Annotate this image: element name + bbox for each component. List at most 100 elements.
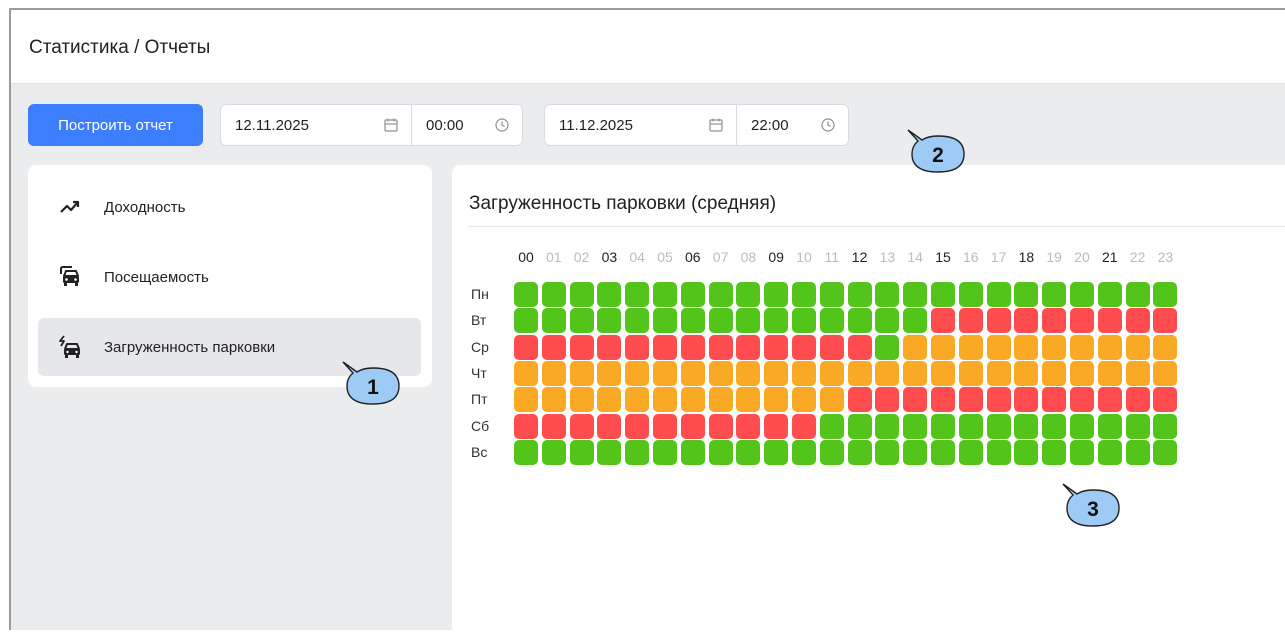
- heatmap-cell[interactable]: [958, 387, 983, 413]
- heatmap-cell[interactable]: [792, 439, 816, 465]
- heatmap-cell[interactable]: [1014, 308, 1039, 334]
- heatmap-cell[interactable]: [819, 439, 844, 465]
- heatmap-cell[interactable]: [875, 308, 900, 334]
- heatmap-cell[interactable]: [986, 360, 1011, 386]
- end-date-field[interactable]: 11.12.2025: [545, 105, 736, 145]
- heatmap-cell[interactable]: [958, 413, 983, 439]
- heatmap-cell[interactable]: [625, 360, 650, 386]
- heatmap-cell[interactable]: [514, 360, 538, 386]
- heatmap-cell[interactable]: [1070, 282, 1094, 307]
- heatmap-cell[interactable]: [958, 439, 983, 465]
- heatmap-cell[interactable]: [653, 282, 677, 307]
- heatmap-cell[interactable]: [792, 282, 816, 307]
- heatmap-cell[interactable]: [1125, 334, 1150, 360]
- heatmap-cell[interactable]: [1014, 360, 1039, 386]
- heatmap-cell[interactable]: [847, 334, 872, 360]
- heatmap-cell[interactable]: [1097, 308, 1122, 334]
- heatmap-cell[interactable]: [1097, 387, 1122, 413]
- heatmap-cell[interactable]: [1097, 439, 1122, 465]
- heatmap-cell[interactable]: [903, 439, 928, 465]
- heatmap-cell[interactable]: [653, 387, 677, 413]
- heatmap-cell[interactable]: [764, 413, 789, 439]
- heatmap-cell[interactable]: [903, 413, 928, 439]
- heatmap-cell[interactable]: [1097, 360, 1122, 386]
- heatmap-cell[interactable]: [1097, 413, 1122, 439]
- heatmap-cell[interactable]: [708, 308, 733, 334]
- heatmap-cell[interactable]: [931, 282, 955, 307]
- heatmap-cell[interactable]: [736, 387, 761, 413]
- heatmap-cell[interactable]: [736, 439, 761, 465]
- heatmap-cell[interactable]: [541, 387, 566, 413]
- heatmap-cell[interactable]: [903, 387, 928, 413]
- heatmap-cell[interactable]: [708, 413, 733, 439]
- heatmap-cell[interactable]: [708, 387, 733, 413]
- heatmap-cell[interactable]: [1070, 387, 1094, 413]
- heatmap-cell[interactable]: [847, 308, 872, 334]
- heatmap-cell[interactable]: [986, 334, 1011, 360]
- menu-item-revenue[interactable]: Доходность: [38, 178, 421, 236]
- heatmap-cell[interactable]: [1042, 439, 1067, 465]
- heatmap-cell[interactable]: [625, 308, 650, 334]
- heatmap-cell[interactable]: [736, 282, 761, 307]
- heatmap-cell[interactable]: [1014, 439, 1039, 465]
- heatmap-cell[interactable]: [903, 360, 928, 386]
- heatmap-cell[interactable]: [847, 282, 872, 307]
- heatmap-cell[interactable]: [1125, 439, 1150, 465]
- end-time-field[interactable]: 22:00: [736, 105, 848, 145]
- heatmap-cell[interactable]: [1153, 439, 1178, 465]
- heatmap-cell[interactable]: [569, 334, 594, 360]
- heatmap-cell[interactable]: [625, 334, 650, 360]
- heatmap-cell[interactable]: [680, 282, 705, 307]
- heatmap-cell[interactable]: [986, 413, 1011, 439]
- heatmap-cell[interactable]: [958, 360, 983, 386]
- heatmap-cell[interactable]: [1125, 282, 1150, 307]
- heatmap-cell[interactable]: [1125, 413, 1150, 439]
- heatmap-cell[interactable]: [680, 439, 705, 465]
- heatmap-cell[interactable]: [514, 387, 538, 413]
- heatmap-cell[interactable]: [958, 334, 983, 360]
- heatmap-cell[interactable]: [819, 413, 844, 439]
- heatmap-cell[interactable]: [875, 334, 900, 360]
- heatmap-cell[interactable]: [680, 334, 705, 360]
- heatmap-cell[interactable]: [1097, 334, 1122, 360]
- heatmap-cell[interactable]: [625, 439, 650, 465]
- heatmap-cell[interactable]: [680, 308, 705, 334]
- heatmap-cell[interactable]: [764, 360, 789, 386]
- heatmap-cell[interactable]: [1014, 282, 1039, 307]
- heatmap-cell[interactable]: [847, 439, 872, 465]
- heatmap-cell[interactable]: [1125, 308, 1150, 334]
- heatmap-cell[interactable]: [1153, 413, 1178, 439]
- heatmap-cell[interactable]: [597, 413, 622, 439]
- heatmap-cell[interactable]: [1153, 387, 1178, 413]
- heatmap-cell[interactable]: [1042, 282, 1067, 307]
- heatmap-cell[interactable]: [514, 413, 538, 439]
- heatmap-cell[interactable]: [931, 360, 955, 386]
- heatmap-cell[interactable]: [597, 439, 622, 465]
- build-report-button[interactable]: Построить отчет: [28, 104, 203, 146]
- heatmap-cell[interactable]: [1014, 334, 1039, 360]
- heatmap-cell[interactable]: [625, 413, 650, 439]
- heatmap-cell[interactable]: [1042, 387, 1067, 413]
- heatmap-cell[interactable]: [764, 282, 789, 307]
- heatmap-cell[interactable]: [1042, 360, 1067, 386]
- heatmap-cell[interactable]: [764, 308, 789, 334]
- heatmap-cell[interactable]: [569, 439, 594, 465]
- heatmap-cell[interactable]: [1070, 439, 1094, 465]
- heatmap-cell[interactable]: [819, 308, 844, 334]
- heatmap-cell[interactable]: [680, 413, 705, 439]
- heatmap-cell[interactable]: [653, 334, 677, 360]
- heatmap-cell[interactable]: [1125, 387, 1150, 413]
- heatmap-cell[interactable]: [847, 387, 872, 413]
- heatmap-cell[interactable]: [514, 308, 538, 334]
- heatmap-cell[interactable]: [792, 387, 816, 413]
- heatmap-cell[interactable]: [541, 282, 566, 307]
- heatmap-cell[interactable]: [958, 308, 983, 334]
- heatmap-cell[interactable]: [597, 334, 622, 360]
- heatmap-cell[interactable]: [931, 308, 955, 334]
- heatmap-cell[interactable]: [708, 439, 733, 465]
- heatmap-cell[interactable]: [1125, 360, 1150, 386]
- heatmap-cell[interactable]: [708, 334, 733, 360]
- heatmap-cell[interactable]: [569, 308, 594, 334]
- heatmap-cell[interactable]: [514, 439, 538, 465]
- start-time-field[interactable]: 00:00: [411, 105, 522, 145]
